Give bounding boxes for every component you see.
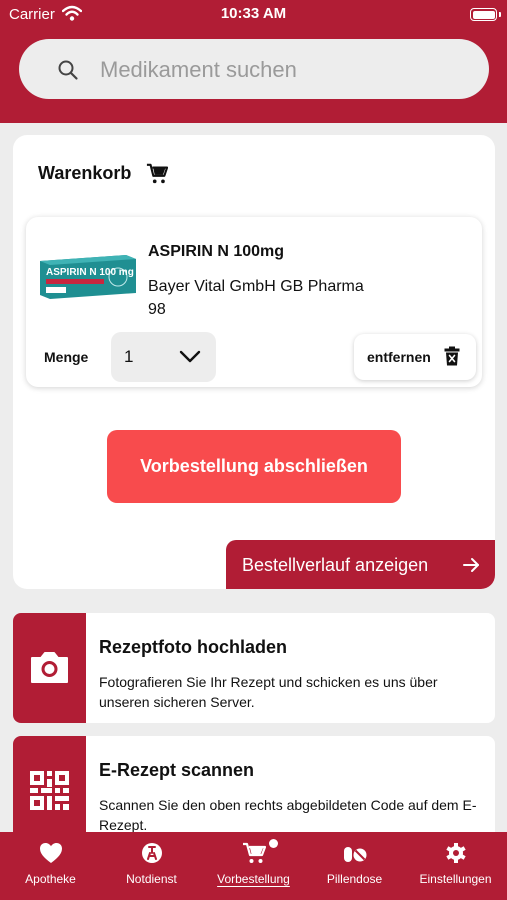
quantity-value: 1 [124,347,134,366]
product-number: 98 [148,301,166,318]
complete-preorder-button[interactable]: Vorbestellung abschließen [107,430,401,503]
product-manufacturer: Bayer Vital GmbH GB Pharma [148,278,364,295]
cart-title: Warenkorb [38,163,132,183]
tab-einstellungen[interactable]: Einstellungen [405,832,506,900]
tab-label: Vorbestellung [217,872,290,886]
upload-prescription-card[interactable]: Rezeptfoto hochladen Fotografieren Sie I… [13,613,495,723]
emergency-icon [142,843,162,863]
pills-icon [344,847,367,862]
header: Carrier 10:33 AM Medikament suchen [0,0,507,123]
tab-pillendose[interactable]: Pillendose [304,832,405,900]
search-icon [58,60,78,80]
feature-title: E-Rezept scannen [99,760,255,780]
remove-button[interactable]: entfernen [354,334,476,380]
cart-icon [146,163,168,184]
order-history-label: Bestellverlauf anzeigen [242,555,429,575]
remove-label: entfernen [367,349,431,365]
feature-description: Fotografieren Sie Ihr Rezept und schicke… [99,674,438,710]
battery-tip [499,12,501,17]
tab-bar: Apotheke Notdienst Vorbestellung Pillend… [0,832,507,900]
tab-notdienst[interactable]: Notdienst [101,832,202,900]
search-placeholder: Medikament suchen [100,57,297,82]
chevron-down-icon [179,350,201,363]
cart-icon [243,842,266,863]
cart-card: Warenkorb ASPIRIN N 100 mg ASPIRIN N 100… [13,135,495,589]
product-image: ASPIRIN N 100 mg [40,255,136,299]
feature-description: Scannen Sie den oben rechts abgebildeten… [99,797,477,833]
heart-icon [40,843,62,863]
tab-label: Apotheke [25,872,76,886]
camera-icon [31,652,68,683]
product-package-text: ASPIRIN N 100 mg [46,267,134,278]
search-input[interactable]: Medikament suchen [19,39,489,99]
qr-code-icon [30,771,69,810]
quantity-select[interactable]: 1 [111,332,216,382]
tab-label: Einstellungen [419,872,492,886]
tab-vorbestellung[interactable]: Vorbestellung [203,832,304,900]
scan-erezept-card[interactable]: E-Rezept scannen Scannen Sie den oben re… [13,736,495,846]
tab-label: Notdienst [126,872,177,886]
arrow-right-icon [463,558,479,572]
quantity-label: Menge [44,349,89,365]
cart-item: ASPIRIN N 100 mg ASPIRIN N 100mg Bayer V… [26,217,482,387]
notification-dot [269,839,278,848]
product-name: ASPIRIN N 100mg [148,243,285,260]
order-history-button[interactable]: Bestellverlauf anzeigen [226,540,495,589]
gear-icon [446,843,466,863]
feature-title: Rezeptfoto hochladen [99,637,287,657]
status-bar: Carrier 10:33 AM [0,0,507,30]
trash-icon [444,346,460,366]
clock: 10:33 AM [220,5,287,22]
battery-icon [470,8,497,21]
tab-apotheke[interactable]: Apotheke [0,832,101,900]
tab-label: Pillendose [326,872,383,886]
